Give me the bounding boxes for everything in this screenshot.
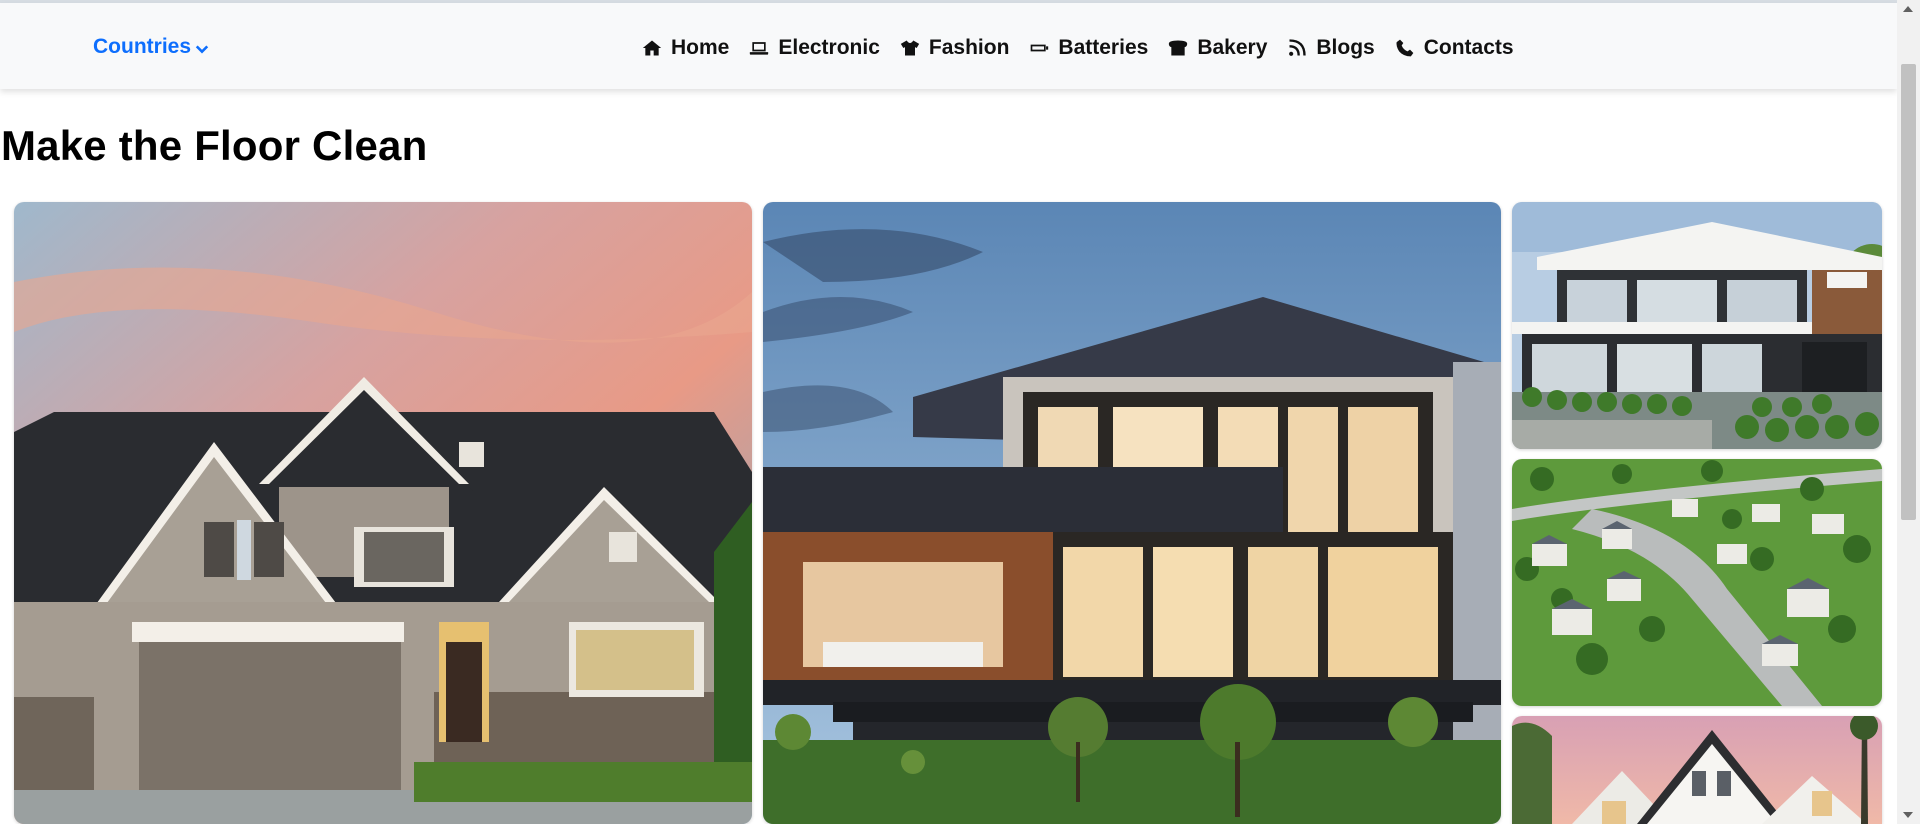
countries-dropdown[interactable]: Countries [93,35,209,59]
house-photo-contemporary[interactable] [1512,202,1882,449]
nav-electronic[interactable]: Electronic [749,36,880,60]
house-traditional-image [14,202,752,824]
nav-fashion[interactable]: Fashion [900,36,1010,60]
chevron-down-icon [195,44,209,53]
nav-contacts[interactable]: Contacts [1395,36,1514,60]
scrollbar[interactable] [1897,0,1920,824]
laptop-icon [750,42,769,55]
page-title: Make the Floor Clean [1,122,428,169]
house-photo-suburb-aerial[interactable] [1512,459,1882,706]
nav-electronic-label: Electronic [778,36,880,59]
feed-icon [1289,39,1307,56]
house-contemporary-image [1512,202,1882,449]
scroll-thumb[interactable] [1901,64,1916,520]
house-photo-modern-night[interactable] [763,202,1501,824]
nav-batteries-label: Batteries [1058,36,1149,59]
nav-blogs-label: Blogs [1316,36,1375,59]
nav-home-label: Home [671,36,730,59]
home-icon [642,40,662,56]
nav-home[interactable]: Home [642,36,729,60]
nav-contacts-label: Contacts [1423,36,1514,59]
farmhouse-image [1512,716,1882,824]
countries-label: Countries [93,35,192,58]
navbar: Countries Home Electronic Fashion Batter… [0,3,1897,89]
tshirt-icon [900,40,920,56]
house-photo-traditional[interactable] [14,202,752,824]
phone-icon [1396,39,1414,57]
nav-links: Home Electronic Fashion Batteries Bakery… [642,36,1514,60]
scroll-down-icon[interactable] [1903,812,1913,818]
bread-icon [1169,40,1188,56]
nav-bakery-label: Bakery [1197,36,1268,59]
house-photo-farmhouse[interactable] [1512,716,1882,824]
house-modern-night-image [763,202,1501,824]
battery-icon [1031,44,1049,52]
suburb-aerial-image [1512,459,1882,706]
nav-batteries[interactable]: Batteries [1029,36,1148,60]
scroll-up-icon[interactable] [1903,6,1913,12]
nav-fashion-label: Fashion [928,36,1010,59]
nav-blogs[interactable]: Blogs [1287,36,1375,60]
nav-bakery[interactable]: Bakery [1168,36,1267,60]
